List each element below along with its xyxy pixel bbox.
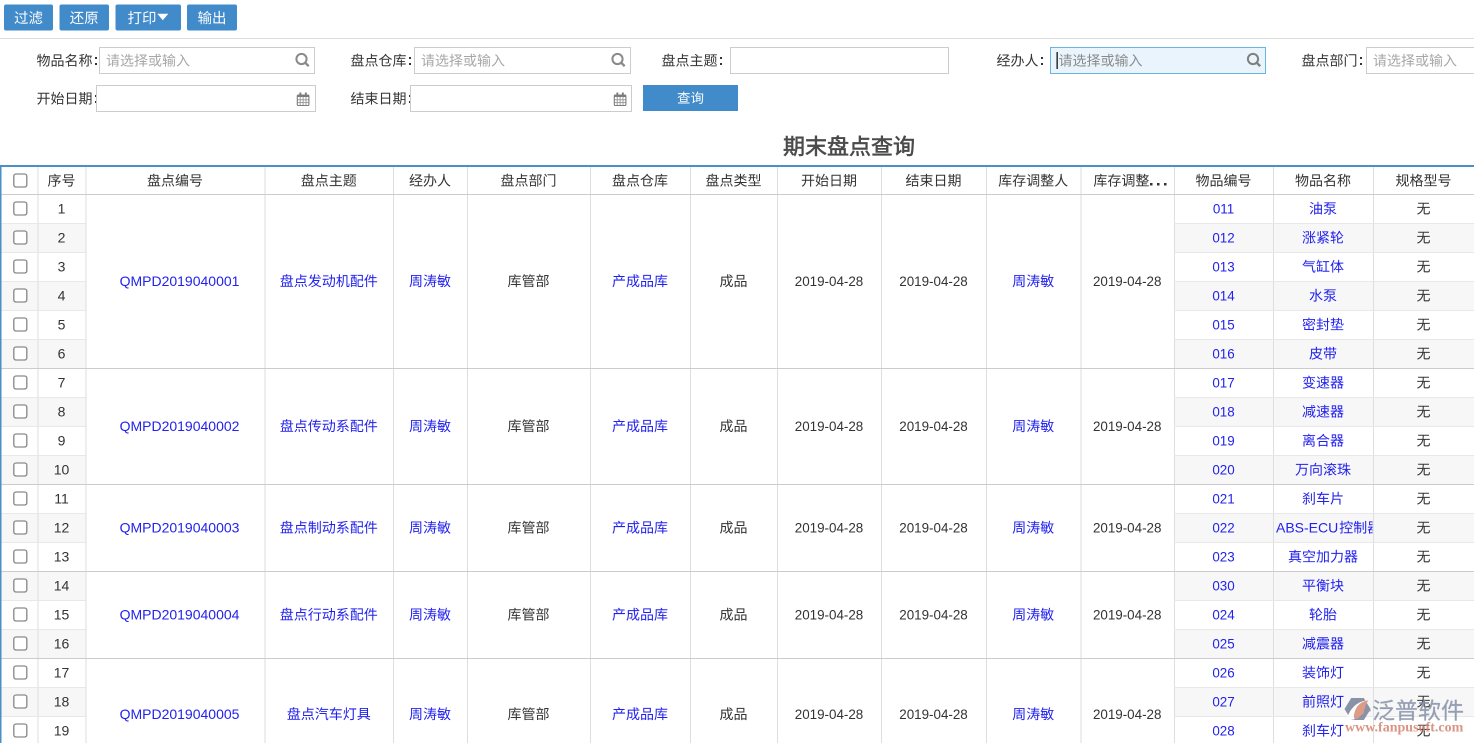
svg-text:015: 015: [1212, 317, 1234, 332]
svg-text:2019-04-28: 2019-04-28: [1093, 607, 1162, 622]
svg-text:021: 021: [1212, 491, 1234, 506]
svg-text:17: 17: [54, 665, 70, 681]
svg-text:3: 3: [58, 259, 66, 275]
svg-text:9: 9: [58, 433, 66, 449]
svg-text:2019-04-28: 2019-04-28: [899, 520, 968, 535]
svg-text:7: 7: [58, 375, 66, 391]
svg-text:18: 18: [54, 694, 70, 710]
svg-text:11: 11: [54, 491, 69, 507]
svg-text:025: 025: [1212, 636, 1234, 651]
svg-text:2019-04-28: 2019-04-28: [899, 607, 968, 622]
svg-text:2019-04-28: 2019-04-28: [1093, 274, 1162, 289]
svg-text:2019-04-28: 2019-04-28: [795, 419, 864, 434]
svg-text:2019-04-28: 2019-04-28: [899, 707, 968, 722]
svg-text:027: 027: [1212, 694, 1234, 709]
svg-text:10: 10: [54, 462, 70, 478]
svg-text:ABS-ECU: ABS-ECU: [1276, 520, 1338, 536]
svg-text:16: 16: [54, 636, 70, 652]
svg-text:030: 030: [1212, 578, 1234, 593]
svg-text:6: 6: [58, 346, 66, 362]
svg-text:5: 5: [58, 317, 66, 333]
svg-text:016: 016: [1212, 346, 1234, 361]
svg-text:www.fanpusoft.com: www.fanpusoft.com: [1345, 721, 1464, 736]
svg-text:2019-04-28: 2019-04-28: [795, 520, 864, 535]
svg-text:020: 020: [1212, 462, 1234, 477]
svg-text:011: 011: [1213, 201, 1234, 216]
svg-text:14: 14: [54, 578, 70, 594]
svg-text:2019-04-28: 2019-04-28: [899, 274, 968, 289]
svg-text:022: 022: [1212, 520, 1234, 535]
svg-text:1: 1: [58, 201, 66, 217]
svg-text:2019-04-28: 2019-04-28: [899, 419, 968, 434]
svg-text:2019-04-28: 2019-04-28: [795, 274, 864, 289]
svg-text:QMPD2019040001: QMPD2019040001: [120, 273, 240, 289]
svg-text:2019-04-28: 2019-04-28: [1093, 707, 1162, 722]
svg-text:4: 4: [58, 288, 66, 304]
svg-text:QMPD2019040003: QMPD2019040003: [120, 519, 240, 535]
svg-text:013: 013: [1212, 259, 1234, 274]
svg-text:014: 014: [1212, 288, 1235, 303]
svg-text:017: 017: [1212, 375, 1234, 390]
svg-text:QMPD2019040002: QMPD2019040002: [120, 418, 240, 434]
svg-text:024: 024: [1212, 607, 1235, 622]
svg-text:13: 13: [54, 549, 70, 565]
svg-text:QMPD2019040004: QMPD2019040004: [120, 606, 240, 622]
svg-text:15: 15: [54, 607, 70, 623]
svg-text:026: 026: [1212, 665, 1234, 680]
svg-text:19: 19: [54, 723, 70, 739]
svg-text:2019-04-28: 2019-04-28: [795, 707, 864, 722]
svg-text:2019-04-28: 2019-04-28: [1093, 520, 1162, 535]
svg-text:2019-04-28: 2019-04-28: [1093, 419, 1162, 434]
svg-text:2: 2: [58, 230, 66, 246]
svg-text:018: 018: [1212, 404, 1234, 419]
svg-text:2019-04-28: 2019-04-28: [795, 607, 864, 622]
svg-text:012: 012: [1212, 230, 1234, 245]
svg-text:12: 12: [54, 520, 70, 536]
svg-text:QMPD2019040005: QMPD2019040005: [120, 706, 240, 722]
svg-text:023: 023: [1212, 549, 1234, 564]
svg-text:8: 8: [58, 404, 66, 420]
svg-text:019: 019: [1212, 433, 1234, 448]
svg-text:028: 028: [1212, 723, 1234, 738]
